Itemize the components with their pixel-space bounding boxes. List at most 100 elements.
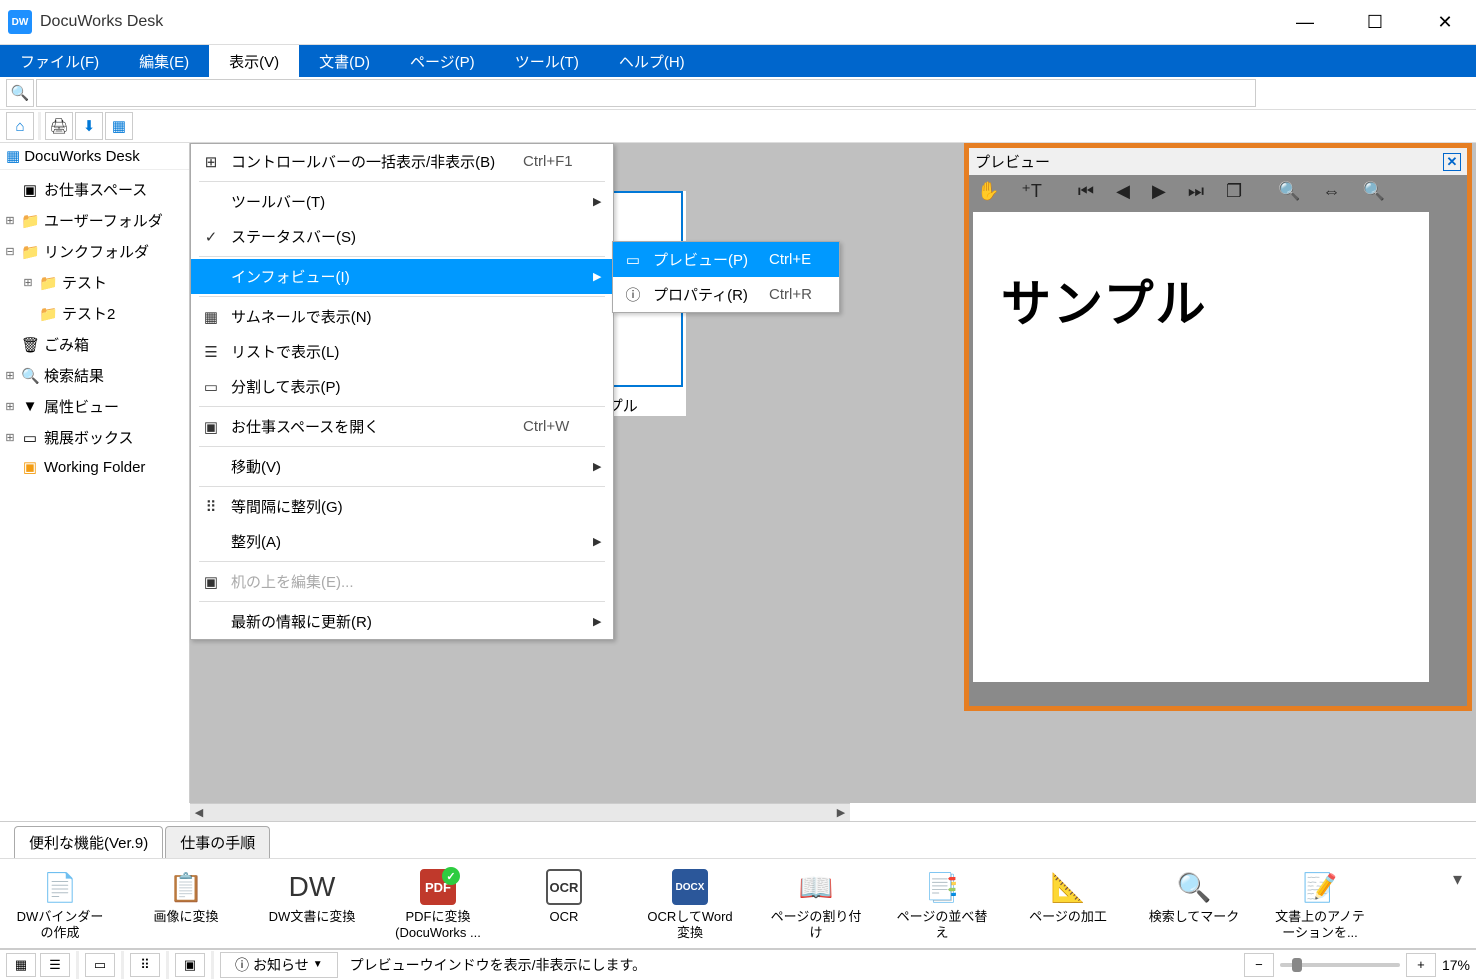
strip-button-0[interactable]: 📄DWバインダーの作成 <box>14 869 106 940</box>
menu-item-10[interactable]: 整列(A)▶ <box>191 524 613 559</box>
menu-item-9[interactable]: ⠿等間隔に整列(G) <box>191 489 613 524</box>
sidebar-header-icon: ▦ <box>6 147 20 165</box>
menu-item-3[interactable]: インフォビュー(I)▶ <box>191 259 613 294</box>
menu-page[interactable]: ページ(P) <box>390 45 495 77</box>
scan-button[interactable]: ⌂ <box>6 112 34 140</box>
submenu-item-label: プレビュー(P) <box>653 249 759 270</box>
print-button[interactable]: 🖨 <box>45 112 73 140</box>
sidebar-item-label: 親展ボックス <box>44 427 134 448</box>
sidebar-item-label: リンクフォルダ <box>44 241 149 262</box>
tree-expander-icon[interactable]: ⊟ <box>4 245 16 258</box>
tab-useful-functions[interactable]: 便利な機能(Ver.9) <box>14 826 163 858</box>
menu-item-label: 移動(V) <box>231 456 513 477</box>
add-text-icon[interactable]: ⁺T <box>1021 181 1042 202</box>
menu-item-label: 分割して表示(P) <box>231 376 513 397</box>
toolbar-search-row: 🔍 <box>0 77 1476 110</box>
strip-button-1[interactable]: 📋画像に変換 <box>140 869 232 925</box>
sidebar-item-お仕事スペース[interactable]: ▣お仕事スペース <box>0 174 189 205</box>
search-input[interactable] <box>36 79 1256 107</box>
menu-item-label: 最新の情報に更新(R) <box>231 611 513 632</box>
maximize-button[interactable]: ☐ <box>1352 6 1398 38</box>
menu-item-12[interactable]: 最新の情報に更新(R)▶ <box>191 604 613 639</box>
sidebar-item-親展ボックス[interactable]: ⊞▭親展ボックス <box>0 422 189 453</box>
menu-item-0[interactable]: ⊞コントロールバーの一括表示/非表示(B)Ctrl+F1 <box>191 144 613 179</box>
strip-button-icon: DW <box>294 869 330 905</box>
strip-button-3[interactable]: PDF✓PDFに変換(DocuWorks ... <box>392 869 484 940</box>
sidebar-item-ごみ箱[interactable]: 🗑ごみ箱 <box>0 329 189 360</box>
zoom-out-icon[interactable]: 🔍 <box>1278 181 1300 202</box>
window-title: DocuWorks Desk <box>40 13 1282 31</box>
preview-close-button[interactable]: ✕ <box>1443 153 1461 171</box>
strip-button-8[interactable]: 📐ページの加工 <box>1022 869 1114 925</box>
menu-item-4[interactable]: ▦サムネールで表示(N) <box>191 299 613 334</box>
submenu-item-0[interactable]: ▭プレビュー(P)Ctrl+E <box>613 242 839 277</box>
infoview-submenu: ▭プレビュー(P)Ctrl+Eⓘプロパティ(R)Ctrl+R <box>612 241 840 313</box>
menu-item-icon: ▣ <box>201 418 221 436</box>
folder-icon: 📁 <box>39 274 57 292</box>
menu-item-2[interactable]: ✓ステータスバー(S) <box>191 219 613 254</box>
tree-expander-icon[interactable]: ⊞ <box>4 400 16 413</box>
menu-item-8[interactable]: 移動(V) ▶ <box>191 449 613 484</box>
tree-expander-icon[interactable]: ⊞ <box>22 276 34 289</box>
workspace-horizontal-scrollbar[interactable]: ◀▶ <box>190 803 850 821</box>
tree-expander-icon[interactable]: ⊞ <box>4 369 16 382</box>
first-page-icon[interactable]: ⏮ <box>1078 181 1094 202</box>
sidebar-item-label: Working Folder <box>44 459 145 476</box>
strip-button-6[interactable]: 📖ページの割り付け <box>770 869 862 940</box>
strip-button-icon: 📑 <box>924 869 960 905</box>
pages-icon[interactable]: ❐ <box>1226 181 1242 202</box>
menu-item-icon: ☰ <box>201 343 221 361</box>
sidebar-item-属性ビュー[interactable]: ⊞▼属性ビュー <box>0 391 189 422</box>
strip-button-icon: 📐 <box>1050 869 1086 905</box>
menu-item-6[interactable]: ▭分割して表示(P) <box>191 369 613 404</box>
next-page-icon[interactable]: ▶ <box>1152 181 1166 202</box>
strip-button-7[interactable]: 📑ページの並べ替え <box>896 869 988 940</box>
strip-button-9[interactable]: 🔍検索してマーク <box>1148 869 1240 925</box>
strip-button-label: DWバインダーの作成 <box>14 909 106 940</box>
menu-view[interactable]: 表示(V) <box>209 45 299 77</box>
search-icon-button[interactable]: 🔍 <box>6 79 34 107</box>
tree-expander-icon[interactable]: ⊞ <box>4 214 16 227</box>
submenu-arrow-icon: ▶ <box>593 460 603 473</box>
strip-button-4[interactable]: OCROCR <box>518 869 610 925</box>
submenu-item-icon: ▭ <box>623 251 643 269</box>
prev-page-icon[interactable]: ◀ <box>1116 181 1130 202</box>
strip-expand-button[interactable]: ▾ <box>1453 869 1462 890</box>
sidebar-item-テスト2[interactable]: 📁テスト2 <box>0 298 189 329</box>
sidebar-item-Working Folder[interactable]: ▣ Working Folder <box>0 453 189 481</box>
menu-edit[interactable]: 編集(E) <box>119 45 209 77</box>
close-button[interactable]: ✕ <box>1422 6 1468 38</box>
layout-button[interactable]: ▦ <box>105 112 133 140</box>
sidebar: ▦ DocuWorks Desk ▣お仕事スペース⊞📁ユーザーフォルダ⊟📁リンク… <box>0 143 190 803</box>
zoom-in-icon[interactable]: 🔍 <box>1363 181 1385 202</box>
sidebar-item-テスト[interactable]: ⊞📁テスト <box>0 267 189 298</box>
menu-item-7[interactable]: ▣ お仕事スペースを開く Ctrl+W <box>191 409 613 444</box>
menu-item-label: お仕事スペースを開く <box>231 416 513 437</box>
fit-width-icon[interactable]: ⇔ <box>1323 181 1341 202</box>
menu-tool[interactable]: ツール(T) <box>495 45 599 77</box>
minimize-button[interactable]: — <box>1282 6 1328 38</box>
strip-button-label: 画像に変換 <box>153 909 218 925</box>
folder-icon: ▣ <box>21 458 39 476</box>
sidebar-item-ユーザーフォルダ[interactable]: ⊞📁ユーザーフォルダ <box>0 205 189 236</box>
strip-button-2[interactable]: DWDW文書に変換 <box>266 869 358 925</box>
menu-file[interactable]: ファイル(F) <box>0 45 119 77</box>
menu-help[interactable]: ヘルプ(H) <box>599 45 705 77</box>
folder-icon: 🗑 <box>21 336 39 354</box>
tree-expander-icon[interactable]: ⊞ <box>4 431 16 444</box>
menu-item-5[interactable]: ☰リストで表示(L) <box>191 334 613 369</box>
strip-button-5[interactable]: DOCXOCRしてWord変換 <box>644 869 736 940</box>
sidebar-item-検索結果[interactable]: ⊞🔍検索結果 <box>0 360 189 391</box>
strip-button-10[interactable]: 📝文書上のアノテーションを... <box>1274 869 1366 940</box>
hand-tool-icon[interactable]: ✋ <box>977 181 999 202</box>
check-icon: ✓ <box>201 228 221 246</box>
submenu-item-1[interactable]: ⓘプロパティ(R)Ctrl+R <box>613 277 839 312</box>
last-page-icon[interactable]: ⏭ <box>1188 181 1204 202</box>
tab-work-procedure[interactable]: 仕事の手順 <box>165 826 270 858</box>
save-button[interactable]: ⬇ <box>75 112 103 140</box>
menu-document[interactable]: 文書(D) <box>299 45 390 77</box>
menu-item-1[interactable]: ツールバー(T)▶ <box>191 184 613 219</box>
sidebar-item-リンクフォルダ[interactable]: ⊟📁リンクフォルダ <box>0 236 189 267</box>
menu-item-shortcut: Ctrl+W <box>523 418 583 435</box>
strip-button-icon: OCR <box>546 869 582 905</box>
